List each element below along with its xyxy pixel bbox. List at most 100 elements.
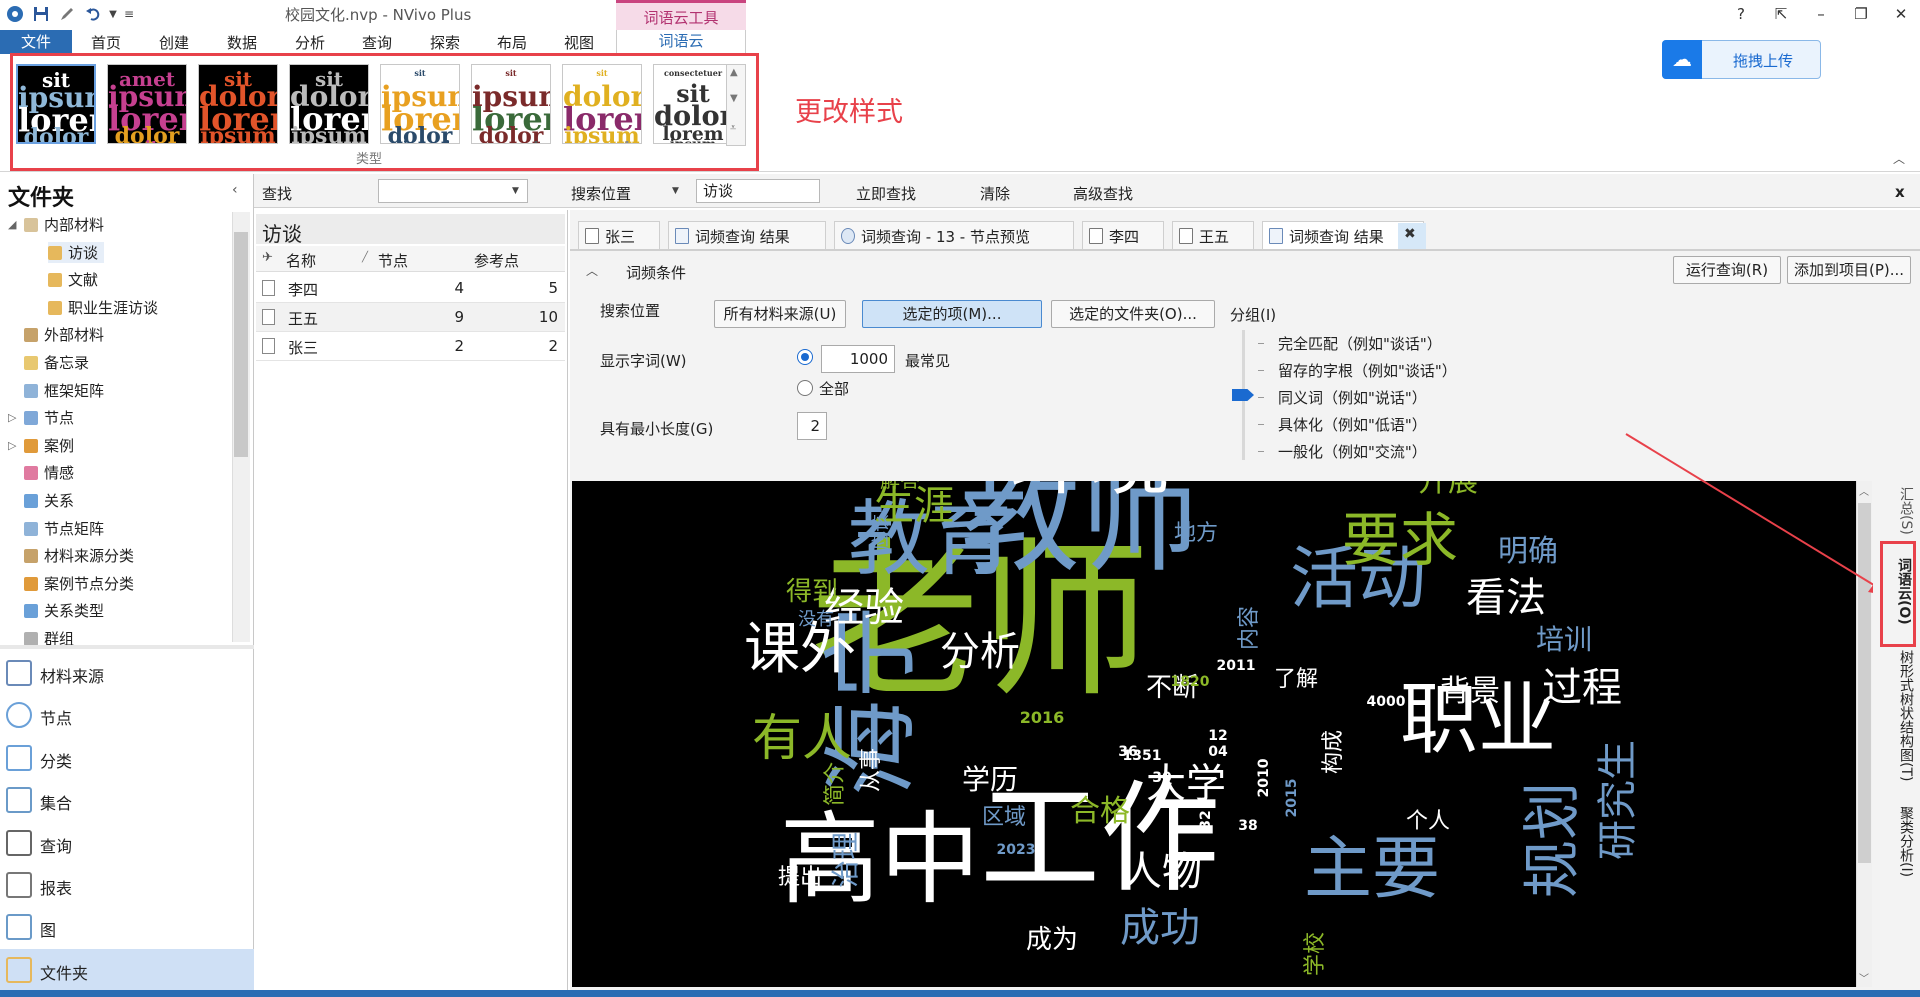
nav-button-nodes[interactable]: 节点 bbox=[0, 694, 254, 736]
cloud-word[interactable]: 个人 bbox=[1406, 811, 1450, 833]
tab-explore[interactable]: 探索 bbox=[430, 32, 460, 53]
tree-item[interactable]: 关系类型 bbox=[24, 600, 104, 621]
rail-cluster-analysis[interactable]: 聚类分析(I) bbox=[1896, 806, 1916, 877]
cloud-word[interactable]: 分析 bbox=[940, 632, 1020, 672]
cloud-word[interactable]: 提出 bbox=[778, 867, 822, 889]
cloud-word[interactable]: 没有 bbox=[798, 611, 834, 629]
gallery-up-icon[interactable]: ▲ bbox=[730, 67, 738, 78]
tree-expand-icon[interactable]: ▷ bbox=[8, 411, 16, 424]
cloud-word[interactable]: 2011 bbox=[1217, 659, 1256, 673]
customize-toolbar-icon[interactable]: ≡ bbox=[122, 3, 136, 25]
tree-item[interactable]: 节点矩阵 bbox=[24, 518, 104, 539]
row-name[interactable]: 李四 bbox=[288, 279, 318, 300]
row-name[interactable]: 张三 bbox=[288, 337, 318, 358]
cloud-word[interactable]: 培训 bbox=[1536, 626, 1592, 654]
clear-button[interactable]: 清除 bbox=[980, 183, 1010, 204]
nav-button-maps[interactable]: 图 bbox=[0, 906, 254, 948]
detail-tab[interactable]: 词频查询 - 13 - 节点预览 bbox=[834, 221, 1074, 249]
style-thumbnail[interactable]: sitipsumloremdolorconsectetuer bbox=[471, 64, 551, 144]
rail-tree-map[interactable]: 树形式树状结构图(T) bbox=[1896, 650, 1916, 781]
rail-wordcloud[interactable]: 词语云(O) bbox=[1894, 558, 1914, 625]
row-name[interactable]: 王五 bbox=[288, 308, 318, 329]
cloud-word[interactable]: 内容 bbox=[1237, 606, 1262, 650]
cloud-word[interactable]: 有人 bbox=[752, 713, 852, 763]
tab-analyze[interactable]: 分析 bbox=[295, 32, 325, 53]
cloud-word[interactable]: 12 bbox=[1208, 729, 1227, 743]
save-icon[interactable] bbox=[30, 3, 52, 25]
cloud-word[interactable]: 看法 bbox=[1466, 578, 1546, 618]
collapse-nav-icon[interactable]: ‹ bbox=[232, 182, 238, 198]
cloud-word[interactable]: 背景 bbox=[1440, 677, 1500, 707]
tree-item[interactable]: 节点 bbox=[24, 407, 74, 428]
tree-item[interactable]: 文献 bbox=[48, 269, 98, 290]
cloud-word[interactable]: 2016 bbox=[1020, 710, 1065, 726]
tree-item[interactable]: 材料来源分类 bbox=[24, 545, 134, 566]
search-location-input[interactable]: 访谈 bbox=[696, 179, 820, 203]
rail-summary[interactable]: 汇总(S) bbox=[1896, 487, 1916, 535]
tree-item[interactable]: 访谈 bbox=[48, 241, 105, 263]
upload-label[interactable]: 拖拽上传 bbox=[1733, 50, 1793, 71]
edit-icon[interactable] bbox=[56, 3, 78, 25]
cloud-word[interactable]: 32 bbox=[1198, 810, 1214, 829]
cloud-word[interactable]: 构成 bbox=[1321, 730, 1346, 774]
column-header-nodes[interactable]: 节点 bbox=[378, 250, 408, 271]
cloud-word[interactable]: 2010 bbox=[1256, 759, 1272, 798]
tab-view[interactable]: 视图 bbox=[564, 32, 594, 53]
min-length-input[interactable]: 2 bbox=[797, 412, 827, 440]
nav-button-queries[interactable]: 查询 bbox=[0, 822, 254, 864]
cloud-word[interactable]: 成功 bbox=[1120, 908, 1200, 948]
cloud-word[interactable]: 得到 bbox=[786, 579, 838, 605]
minimize-button[interactable]: – bbox=[1806, 2, 1836, 26]
close-button[interactable]: ✕ bbox=[1886, 2, 1916, 26]
tree-item[interactable]: 职业生涯访谈 bbox=[48, 297, 158, 318]
tree-scroll-thumb[interactable] bbox=[234, 232, 248, 457]
cloud-upload-icon[interactable]: ☁ bbox=[1662, 40, 1702, 79]
cloud-word[interactable]: 要求 bbox=[1342, 511, 1458, 569]
tree-item[interactable]: 案例节点分类 bbox=[24, 573, 134, 594]
grouping-option[interactable]: 完全匹配（例如"谈话"） bbox=[1278, 333, 1442, 354]
column-header-name[interactable]: 名称 bbox=[286, 250, 316, 271]
all-sources-button[interactable]: 所有材料来源(U) bbox=[714, 300, 846, 328]
tab-data[interactable]: 数据 bbox=[227, 32, 257, 53]
tree-item[interactable]: 关系 bbox=[24, 490, 74, 511]
cloud-word[interactable]: 规划 bbox=[1518, 782, 1586, 898]
selected-folders-button[interactable]: 选定的文件夹(O)... bbox=[1051, 300, 1215, 328]
tree-item[interactable]: 情感 bbox=[24, 462, 74, 483]
cloud-scroll-down-icon[interactable]: ﹀ bbox=[1859, 970, 1869, 985]
cloud-word[interactable]: 环境 bbox=[1010, 481, 1170, 500]
search-location-dropdown-icon[interactable]: ▼ bbox=[672, 186, 679, 196]
tree-item[interactable]: 备忘录 bbox=[24, 352, 89, 373]
nav-button-sources[interactable]: 材料来源 bbox=[0, 652, 254, 694]
close-find-button[interactable]: x bbox=[1895, 183, 1905, 201]
cloud-word[interactable]: 36 bbox=[1118, 745, 1137, 759]
ribbon-display-button[interactable]: ⇱ bbox=[1766, 2, 1796, 26]
cloud-word[interactable]: 了解 bbox=[1274, 669, 1318, 691]
radio-all[interactable] bbox=[797, 380, 813, 396]
cloud-word[interactable]: 研究生 bbox=[1595, 740, 1641, 860]
grouping-option[interactable]: 具体化（例如"低语"） bbox=[1278, 414, 1427, 435]
cloud-word[interactable]: 解答 bbox=[880, 481, 920, 490]
collapse-criteria-icon[interactable]: ︿ bbox=[586, 262, 598, 279]
grouping-option[interactable]: 一般化（例如"交流"） bbox=[1278, 441, 1427, 462]
tab-wordcloud[interactable]: 词语云 bbox=[616, 30, 746, 54]
column-header-refs[interactable]: 参考点 bbox=[474, 250, 519, 271]
style-thumbnail[interactable]: sitdolorloremipsumamet bbox=[289, 64, 369, 144]
tab-file[interactable]: 文件 bbox=[0, 30, 72, 54]
cloud-word[interactable]: 2015 bbox=[1284, 779, 1300, 818]
tree-expand-icon[interactable]: ▷ bbox=[8, 439, 16, 452]
undo-dropdown-icon[interactable]: ▼ bbox=[106, 3, 120, 25]
gallery-scroll[interactable]: ▲ ▼ ⩡ bbox=[726, 64, 746, 146]
cloud-word[interactable]: 简介 bbox=[823, 762, 848, 806]
add-to-project-button[interactable]: 添加到项目(P)... bbox=[1787, 256, 1911, 284]
cloud-word[interactable]: 治理 bbox=[829, 832, 862, 888]
cloud-word[interactable]: 区域 bbox=[982, 807, 1026, 829]
gallery-down-icon[interactable]: ▼ bbox=[730, 93, 738, 104]
cloud-word[interactable]: 主要 bbox=[1304, 836, 1440, 904]
style-thumbnail[interactable]: sitdolorloremipsumconsectetuer bbox=[562, 64, 642, 144]
style-thumbnail[interactable]: sitipsumloremdoloramet bbox=[16, 64, 96, 144]
tree-item[interactable]: 内部材料 bbox=[24, 214, 104, 235]
style-thumbnail[interactable]: ametipsumloremdolorsit bbox=[107, 64, 187, 144]
grouping-option[interactable]: 同义词（例如"说话"） bbox=[1278, 387, 1427, 408]
tree-item[interactable]: 外部材料 bbox=[24, 324, 104, 345]
cloud-word[interactable]: 学校 bbox=[1303, 932, 1328, 976]
